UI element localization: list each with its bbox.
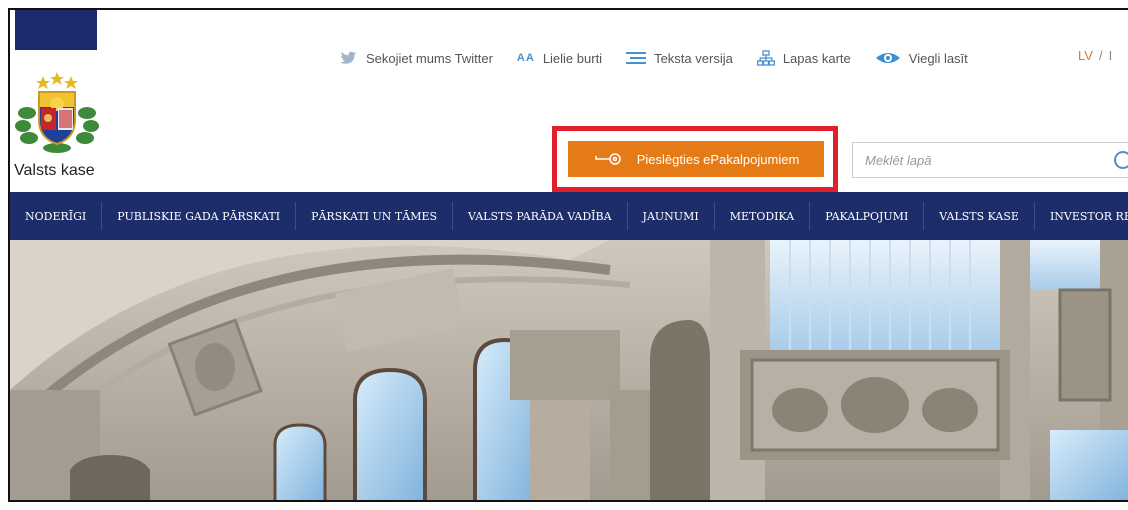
large-font-label: Lielie burti bbox=[542, 50, 603, 66]
text-lines-icon bbox=[626, 51, 647, 65]
epakalpojumi-login-button[interactable]: Pieslēgties ePakalpojumiem bbox=[568, 141, 824, 177]
coat-of-arms-logo[interactable] bbox=[13, 68, 101, 154]
key-icon bbox=[593, 152, 623, 166]
large-font-link[interactable]: AA Lielie burti bbox=[517, 51, 602, 66]
twitter-link-label: Sekojiet mums Twitter bbox=[366, 50, 493, 66]
utility-links: Sekojiet mums Twitter AA Lielie burti Te… bbox=[340, 48, 992, 68]
text-version-link[interactable]: Teksta versija bbox=[626, 51, 733, 66]
nav-item-valsts-parada-vadiba[interactable]: VALSTS PARĀDA VADĪBA bbox=[453, 202, 628, 230]
nav-item-noderigi[interactable]: NODERĪGI bbox=[10, 202, 103, 230]
search-box bbox=[852, 142, 1128, 178]
search-icon[interactable] bbox=[1113, 150, 1128, 177]
sitemap-link[interactable]: Lapas karte bbox=[756, 50, 851, 66]
nav-item-parskati-un-tames[interactable]: PĀRSKATI UN TĀMES bbox=[296, 202, 454, 230]
nav-item-metodika[interactable]: METODIKA bbox=[715, 202, 811, 230]
logo-text[interactable]: Valsts kase bbox=[14, 162, 95, 180]
epakalpojumi-label: Pieslēgties ePakalpojumiem bbox=[636, 151, 800, 167]
language-switcher: LV / I bbox=[1078, 48, 1112, 63]
language-lv[interactable]: LV bbox=[1078, 48, 1093, 63]
language-other[interactable]: I bbox=[1109, 48, 1113, 63]
easy-read-label: Viegli lasīt bbox=[908, 50, 968, 66]
nav-item-pakalpojumi[interactable]: PAKALPOJUMI bbox=[810, 202, 925, 230]
nav-item-valsts-kase[interactable]: VALSTS KASE bbox=[924, 202, 1035, 230]
sitemap-icon bbox=[756, 50, 775, 66]
font-size-icon: AA bbox=[516, 52, 535, 64]
eye-icon bbox=[875, 51, 901, 65]
language-separator: / bbox=[1098, 48, 1103, 63]
nav-item-publiskie-gada-parskati[interactable]: PUBLISKIE GADA PĀRSKATI bbox=[102, 202, 297, 230]
easy-read-link[interactable]: Viegli lasīt bbox=[875, 51, 968, 66]
search-input[interactable] bbox=[853, 143, 1093, 177]
main-navigation: NODERĪGI PUBLISKIE GADA PĀRSKATI PĀRSKAT… bbox=[10, 192, 1128, 240]
hero-building-image bbox=[10, 240, 1128, 500]
text-version-label: Teksta versija bbox=[654, 50, 733, 66]
twitter-link[interactable]: Sekojiet mums Twitter bbox=[340, 51, 493, 66]
brand-color-block bbox=[15, 10, 97, 50]
nav-item-investor-relations[interactable]: INVESTOR RELATIONS bbox=[1035, 202, 1128, 230]
page-frame: Valsts kase Sekojiet mums Twitter AA Lie… bbox=[8, 8, 1128, 502]
sitemap-label: Lapas karte bbox=[782, 50, 851, 66]
twitter-icon bbox=[340, 51, 358, 65]
nav-item-jaunumi[interactable]: JAUNUMI bbox=[628, 202, 715, 230]
